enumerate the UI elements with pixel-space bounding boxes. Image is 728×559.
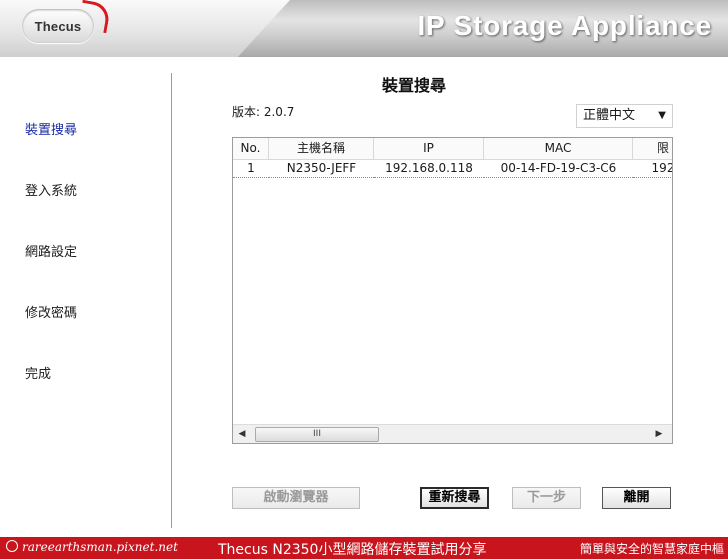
sidebar-item-change-password[interactable]: 修改密碼 [25,302,77,321]
footer-right: 簡單與安全的智慧家庭中樞 [579,542,724,556]
logo-area: Thecus [0,0,290,57]
column-header-no[interactable]: No. [233,138,269,159]
launch-browser-button[interactable]: 啟動瀏覽器 [232,487,360,509]
app-header: Thecus IP Storage Appliance [0,0,728,57]
app-title: IP Storage Appliance [417,10,712,41]
version-label: 版本: 2.0.7 [232,105,295,119]
column-header-extra[interactable]: 限 [633,138,672,159]
logo-arc-icon [77,0,112,34]
next-button[interactable]: 下一步 [512,487,581,509]
footer-site: rareearthsman.pixnet.net [22,540,178,554]
chevron-down-icon: ▼ [658,110,666,121]
cell-extra: 192 [633,159,672,178]
language-select[interactable]: 正體中文 ▼ [576,104,673,128]
page-title: 裝置搜尋 [382,76,447,95]
scroll-right-icon[interactable]: ▶ [652,427,666,441]
sidebar-item-finish[interactable]: 完成 [25,363,51,382]
footer-center: Thecus N2350小型網路儲存裝置試用分享 [218,542,487,558]
scroll-left-icon[interactable]: ◀ [235,427,249,441]
horizontal-scrollbar[interactable]: ◀ III ▶ [233,424,672,443]
watermark-footer: rareearthsman.pixnet.net Thecus N2350小型網… [0,537,728,559]
column-header-ip[interactable]: IP [374,138,484,159]
cell-ip: 192.168.0.118 [374,159,484,178]
footer-left: rareearthsman.pixnet.net [6,540,178,554]
table-header: No. 主機名稱 IP MAC 限 [233,138,672,160]
device-table: No. 主機名稱 IP MAC 限 1 N2350-JEFF 192.168.0… [232,137,673,444]
sidebar-item-login[interactable]: 登入系統 [25,180,77,199]
sidebar-divider [171,73,172,528]
column-header-mac[interactable]: MAC [484,138,633,159]
circle-icon [6,540,18,552]
language-value: 正體中文 [583,108,636,123]
cell-no: 1 [233,159,269,178]
cell-hostname: N2350-JEFF [269,159,374,178]
exit-button[interactable]: 離開 [602,487,671,509]
sidebar-item-device-search[interactable]: 裝置搜尋 [25,119,77,138]
cell-mac: 00-14-FD-19-C3-C6 [484,159,633,178]
sidebar: 裝置搜尋 登入系統 網路設定 修改密碼 完成 [0,57,170,527]
column-header-hostname[interactable]: 主機名稱 [269,138,374,159]
table-row[interactable]: 1 N2350-JEFF 192.168.0.118 00-14-FD-19-C… [233,159,672,179]
sidebar-item-network-settings[interactable]: 網路設定 [25,241,77,260]
logo-text: Thecus [34,18,82,34]
rescan-button[interactable]: 重新搜尋 [420,487,489,509]
scroll-thumb[interactable]: III [255,427,379,442]
